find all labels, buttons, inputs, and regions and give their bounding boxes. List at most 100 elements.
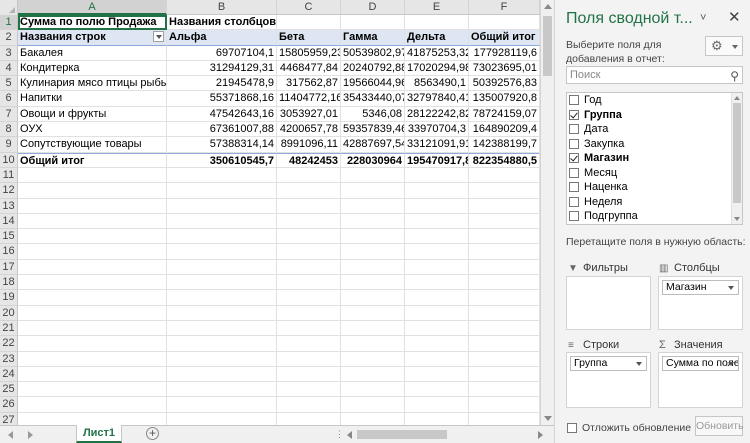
pivot-value-cell[interactable]: 19566044,96 bbox=[341, 76, 405, 92]
pivot-value-cell[interactable]: 31294129,31 bbox=[167, 60, 277, 77]
cell[interactable] bbox=[469, 351, 540, 367]
cell[interactable] bbox=[405, 382, 469, 398]
field-list-item[interactable]: Подгруппа bbox=[567, 209, 742, 224]
cell[interactable] bbox=[469, 15, 540, 31]
row-header[interactable]: 19 bbox=[0, 290, 18, 306]
cell[interactable] bbox=[405, 183, 469, 199]
values-field-sum[interactable]: Сумма по поле... bbox=[662, 356, 739, 371]
row-header[interactable]: 17 bbox=[0, 259, 18, 276]
column-header-f[interactable]: F bbox=[469, 0, 540, 15]
pivot-row-label-cell[interactable]: Кулинария мясо птицы рыбы bbox=[18, 76, 167, 92]
pivot-value-cell[interactable]: 8991096,11 bbox=[277, 137, 341, 153]
scroll-thumb[interactable] bbox=[543, 16, 552, 76]
cell[interactable] bbox=[405, 336, 469, 352]
cell[interactable] bbox=[405, 351, 469, 367]
cell[interactable] bbox=[18, 366, 167, 383]
cell[interactable] bbox=[167, 366, 277, 383]
cell[interactable] bbox=[405, 320, 469, 337]
pivot-value-cell[interactable]: 4200657,78 bbox=[277, 122, 341, 138]
cell-grid[interactable]: 1 Сумма по полю Продажа Названия столбцов 2… bbox=[0, 15, 540, 425]
cell[interactable] bbox=[167, 397, 277, 413]
horizontal-scroll-thumb[interactable] bbox=[357, 430, 447, 439]
cell[interactable] bbox=[18, 397, 167, 413]
grand-total-value-cell[interactable]: 350610545,7 bbox=[167, 152, 277, 168]
cell[interactable] bbox=[277, 290, 341, 306]
cell[interactable] bbox=[18, 229, 167, 245]
pivot-value-cell[interactable]: 32797840,41 bbox=[405, 91, 469, 107]
cell[interactable] bbox=[167, 320, 277, 337]
pivot-column-header-cell[interactable]: Бета bbox=[277, 30, 341, 46]
vertical-scrollbar[interactable] bbox=[540, 0, 554, 425]
pivot-value-cell[interactable]: 33121091,91 bbox=[405, 137, 469, 153]
cell[interactable] bbox=[18, 305, 167, 321]
row-header[interactable]: 6 bbox=[0, 91, 18, 107]
grand-total-value-cell[interactable]: 228030964 bbox=[341, 152, 405, 168]
cell[interactable] bbox=[18, 213, 167, 230]
pivot-value-cell[interactable]: 59357839,46 bbox=[341, 122, 405, 138]
field-list-item[interactable]: Год bbox=[567, 93, 742, 108]
field-list-scrollbar[interactable] bbox=[731, 93, 742, 224]
field-checkbox[interactable] bbox=[569, 95, 579, 106]
scroll-down-arrow-icon[interactable] bbox=[544, 416, 552, 421]
pivot-value-cell[interactable]: 55371868,16 bbox=[167, 91, 277, 107]
pivot-row-label-cell[interactable]: Напитки bbox=[18, 91, 167, 107]
cell[interactable] bbox=[469, 183, 540, 199]
pivot-value-cell[interactable]: 177928119,6 bbox=[469, 45, 540, 61]
row-header[interactable]: 16 bbox=[0, 244, 18, 260]
pivot-row-label-cell[interactable]: Овощи и фрукты bbox=[18, 106, 167, 123]
pivot-value-cell[interactable]: 42887697,54 bbox=[341, 137, 405, 153]
column-labels-cell[interactable]: Названия столбцов bbox=[167, 15, 277, 31]
pivot-value-cell[interactable]: 20240792,88 bbox=[341, 60, 405, 77]
row-header[interactable]: 5 bbox=[0, 76, 18, 92]
cell[interactable] bbox=[341, 351, 405, 367]
grand-total-label-cell[interactable]: Общий итог bbox=[18, 152, 167, 168]
row-header[interactable]: 1 bbox=[0, 15, 18, 31]
row-header[interactable]: 23 bbox=[0, 351, 18, 367]
cell[interactable] bbox=[341, 336, 405, 352]
field-checkbox[interactable] bbox=[569, 196, 579, 207]
pivot-value-cell[interactable]: 69707104,1 bbox=[167, 45, 277, 61]
field-list-item[interactable]: Группа bbox=[567, 108, 742, 123]
cell[interactable] bbox=[18, 244, 167, 260]
cell[interactable] bbox=[341, 213, 405, 230]
pivot-value-cell[interactable]: 135007920,8 bbox=[469, 91, 540, 107]
pivot-column-header-cell[interactable]: Гамма bbox=[341, 30, 405, 46]
cell[interactable] bbox=[405, 15, 469, 31]
field-list-scroll-up-icon[interactable] bbox=[734, 96, 740, 100]
cell[interactable] bbox=[341, 412, 405, 425]
pivot-value-cell[interactable]: 78724159,07 bbox=[469, 106, 540, 123]
sheet-tab-list1[interactable]: Лист1 bbox=[76, 425, 122, 443]
defer-update-checkbox[interactable] bbox=[567, 423, 577, 433]
pivot-value-cell[interactable]: 15805959,23 bbox=[277, 45, 341, 61]
row-header[interactable]: 7 bbox=[0, 106, 18, 123]
cell[interactable] bbox=[469, 305, 540, 321]
values-drop-area[interactable]: Сумма по поле... bbox=[658, 352, 743, 408]
cell[interactable] bbox=[405, 213, 469, 230]
cell[interactable] bbox=[469, 213, 540, 230]
cell[interactable] bbox=[277, 412, 341, 425]
cell[interactable] bbox=[277, 167, 341, 184]
pivot-value-cell[interactable]: 317562,87 bbox=[277, 76, 341, 92]
cell[interactable] bbox=[277, 244, 341, 260]
column-header-a[interactable]: A bbox=[18, 0, 167, 15]
cell[interactable] bbox=[469, 397, 540, 413]
cell[interactable] bbox=[469, 167, 540, 184]
pivot-value-cell[interactable]: 3053927,01 bbox=[277, 106, 341, 123]
cell[interactable] bbox=[405, 412, 469, 425]
grand-total-value-cell[interactable]: 822354880,5 bbox=[469, 152, 540, 168]
column-header-e[interactable]: E bbox=[405, 0, 469, 15]
cell[interactable] bbox=[341, 366, 405, 383]
cell[interactable] bbox=[405, 366, 469, 383]
pivot-value-cell[interactable]: 57388314,14 bbox=[167, 137, 277, 153]
row-header[interactable]: 8 bbox=[0, 122, 18, 138]
row-header[interactable]: 13 bbox=[0, 198, 18, 214]
cell[interactable] bbox=[341, 229, 405, 245]
field-checkbox[interactable] bbox=[569, 211, 579, 222]
rows-field-gruppa[interactable]: Группа bbox=[570, 356, 647, 371]
cell[interactable] bbox=[277, 336, 341, 352]
cell[interactable] bbox=[341, 320, 405, 337]
pivot-value-cell[interactable]: 47542643,16 bbox=[167, 106, 277, 123]
field-list-scroll-thumb[interactable] bbox=[733, 103, 741, 203]
column-header-b[interactable]: B bbox=[167, 0, 277, 15]
cell[interactable] bbox=[277, 382, 341, 398]
